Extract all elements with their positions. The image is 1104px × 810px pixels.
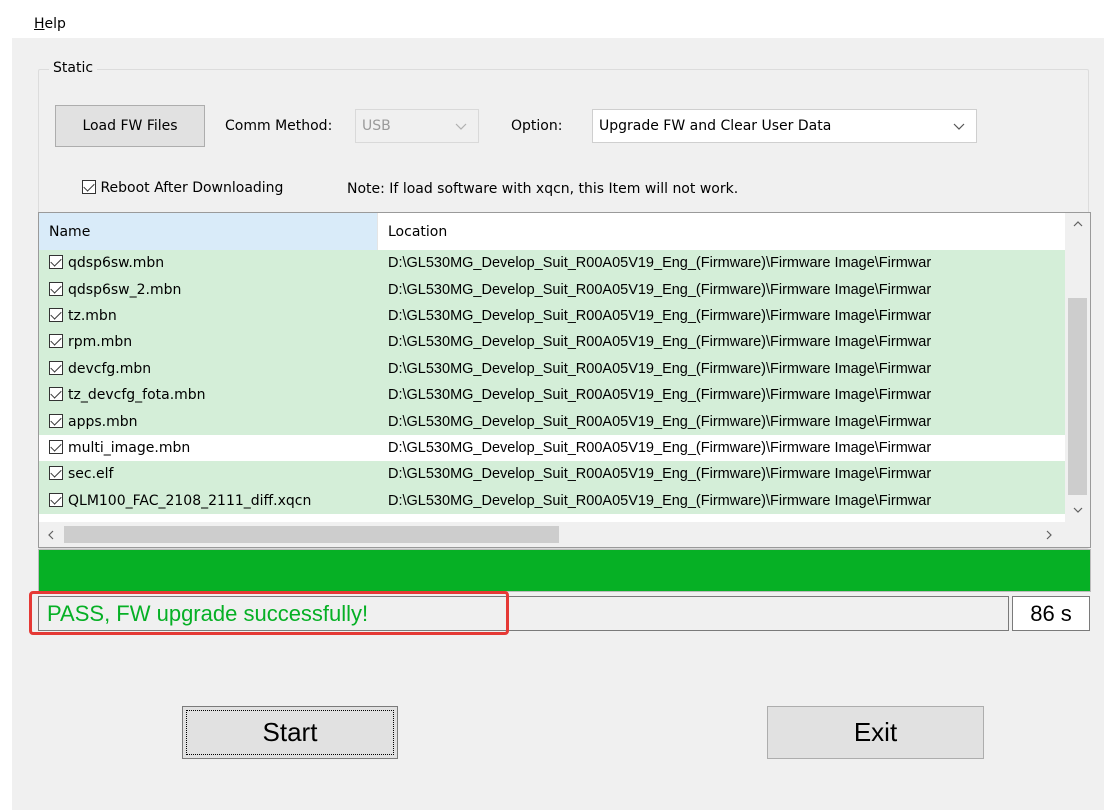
file-location: D:\GL530MG_Develop_Suit_R00A05V19_Eng_(F… <box>388 492 932 509</box>
file-name-cell[interactable]: qdsp6sw.mbn <box>39 255 378 271</box>
status-message: PASS, FW upgrade successfully! <box>38 596 1009 631</box>
vertical-scroll-thumb[interactable] <box>1068 298 1087 495</box>
file-location: D:\GL530MG_Develop_Suit_R00A05V19_Eng_(F… <box>388 334 932 351</box>
checkbox-checked-icon[interactable] <box>49 255 63 270</box>
file-name: devcfg.mbn <box>68 360 152 377</box>
group-title: Static <box>49 60 98 76</box>
column-header-location[interactable]: Location <box>378 213 1065 250</box>
checkbox-checked-icon[interactable] <box>49 387 63 402</box>
load-fw-files-button[interactable]: Load FW Files <box>55 105 205 147</box>
file-location: D:\GL530MG_Develop_Suit_R00A05V19_Eng_(F… <box>388 413 932 430</box>
checkbox-checked-icon[interactable] <box>49 466 63 481</box>
horizontal-scrollbar[interactable] <box>39 522 1090 547</box>
horizontal-scroll-thumb[interactable] <box>64 526 559 543</box>
file-location: D:\GL530MG_Develop_Suit_R00A05V19_Eng_(F… <box>388 281 932 298</box>
list-item[interactable]: apps.mbn D:\GL530MG_Develop_Suit_R00A05V1… <box>39 408 1065 435</box>
file-name: sec.elf <box>68 466 114 483</box>
main-panel: Static Load FW Files Comm Method: USB Op… <box>12 38 1104 810</box>
file-name: qdsp6sw_2.mbn <box>68 281 182 298</box>
list-item[interactable]: QLM100_FAC_2108_2111_diff.xqcn D:\GL530MG… <box>39 487 1065 514</box>
elapsed-time: 86 s <box>1012 596 1090 631</box>
list-item[interactable]: tz_devcfg_fota.mbn D:\GL530MG_Develop_Sui… <box>39 381 1065 409</box>
comm-method-label: Comm Method: <box>225 118 333 134</box>
checkbox-checked-icon[interactable] <box>49 492 63 507</box>
file-name-cell[interactable]: tz_devcfg_fota.mbn <box>39 387 378 403</box>
download-progress-bar <box>38 549 1091 592</box>
scroll-left-icon[interactable] <box>41 522 61 547</box>
file-name: tz_devcfg_fota.mbn <box>68 387 206 404</box>
firmware-file-list[interactable]: Name Location qdsp6sw.mbn D:\GL530MG_Deve… <box>38 212 1091 548</box>
scroll-up-icon[interactable] <box>1065 215 1090 233</box>
list-rows: qdsp6sw.mbn D:\GL530MG_Develop_Suit_R00A0… <box>39 250 1065 514</box>
progress-fill <box>39 550 1090 591</box>
chevron-down-icon <box>953 123 965 130</box>
file-name: rpm.mbn <box>68 334 133 351</box>
checkbox-checked-icon[interactable] <box>49 307 63 322</box>
checkbox-checked-icon <box>82 180 96 194</box>
list-item[interactable]: qdsp6sw_2.mbn D:\GL530MG_Develop_Suit_R00… <box>39 276 1065 303</box>
file-name-cell[interactable]: QLM100_FAC_2108_2111_diff.xqcn <box>39 492 378 509</box>
file-location: D:\GL530MG_Develop_Suit_R00A05V19_Eng_(F… <box>388 387 932 404</box>
option-label: Option: <box>511 118 563 134</box>
file-location: D:\GL530MG_Develop_Suit_R00A05V19_Eng_(F… <box>388 439 932 456</box>
vertical-scrollbar[interactable] <box>1065 213 1090 523</box>
option-select[interactable]: Upgrade FW and Clear User Data <box>592 109 977 143</box>
list-item[interactable]: tz.mbn D:\GL530MG_Develop_Suit_R00A05V19_… <box>39 302 1065 330</box>
file-name-cell[interactable]: tz.mbn <box>39 307 378 324</box>
scroll-right-icon[interactable] <box>1039 522 1059 547</box>
checkbox-checked-icon[interactable] <box>49 281 63 296</box>
file-name: QLM100_FAC_2108_2111_diff.xqcn <box>68 492 312 509</box>
checkbox-checked-icon[interactable] <box>49 439 63 454</box>
file-location: D:\GL530MG_Develop_Suit_R00A05V19_Eng_(F… <box>388 255 932 272</box>
menu-help[interactable]: Help <box>34 16 66 32</box>
reboot-checkbox[interactable]: Reboot After Downloading <box>82 180 283 196</box>
file-name: multi_image.mbn <box>68 439 191 456</box>
file-name-cell[interactable]: multi_image.mbn <box>39 439 378 456</box>
checkbox-checked-icon[interactable] <box>49 413 63 428</box>
file-name: tz.mbn <box>68 307 117 324</box>
file-location: D:\GL530MG_Develop_Suit_R00A05V19_Eng_(F… <box>388 360 932 377</box>
chevron-down-icon <box>455 123 467 130</box>
note-text: Note: If load software with xqcn, this I… <box>347 181 739 197</box>
file-name: qdsp6sw.mbn <box>68 255 165 272</box>
file-location: D:\GL530MG_Develop_Suit_R00A05V19_Eng_(F… <box>388 466 932 483</box>
column-header-name[interactable]: Name <box>39 213 378 250</box>
file-name-cell[interactable]: apps.mbn <box>39 413 378 430</box>
file-name-cell[interactable]: rpm.mbn <box>39 334 378 350</box>
list-header: Name Location <box>39 213 1065 250</box>
file-location: D:\GL530MG_Develop_Suit_R00A05V19_Eng_(F… <box>388 307 932 324</box>
checkbox-checked-icon[interactable] <box>49 360 63 375</box>
list-item[interactable]: sec.elf D:\GL530MG_Develop_Suit_R00A05V19… <box>39 461 1065 488</box>
file-name-cell[interactable]: sec.elf <box>39 466 378 482</box>
exit-button[interactable]: Exit <box>767 706 984 759</box>
scroll-down-icon[interactable] <box>1065 501 1090 519</box>
file-name-cell[interactable]: devcfg.mbn <box>39 360 378 377</box>
list-item[interactable]: multi_image.mbn D:\GL530MG_Develop_Suit_R… <box>39 435 1065 461</box>
file-name: apps.mbn <box>68 413 138 430</box>
list-item[interactable]: devcfg.mbn D:\GL530MG_Develop_Suit_R00A05… <box>39 355 1065 382</box>
list-item[interactable]: qdsp6sw.mbn D:\GL530MG_Develop_Suit_R00A0… <box>39 250 1065 277</box>
comm-method-select[interactable]: USB <box>355 109 479 143</box>
start-button[interactable]: Start <box>182 706 398 759</box>
file-name-cell[interactable]: qdsp6sw_2.mbn <box>39 281 378 298</box>
menu-bar: Help <box>0 0 1104 38</box>
list-item[interactable]: rpm.mbn D:\GL530MG_Develop_Suit_R00A05V19… <box>39 329 1065 356</box>
checkbox-checked-icon[interactable] <box>49 334 63 349</box>
